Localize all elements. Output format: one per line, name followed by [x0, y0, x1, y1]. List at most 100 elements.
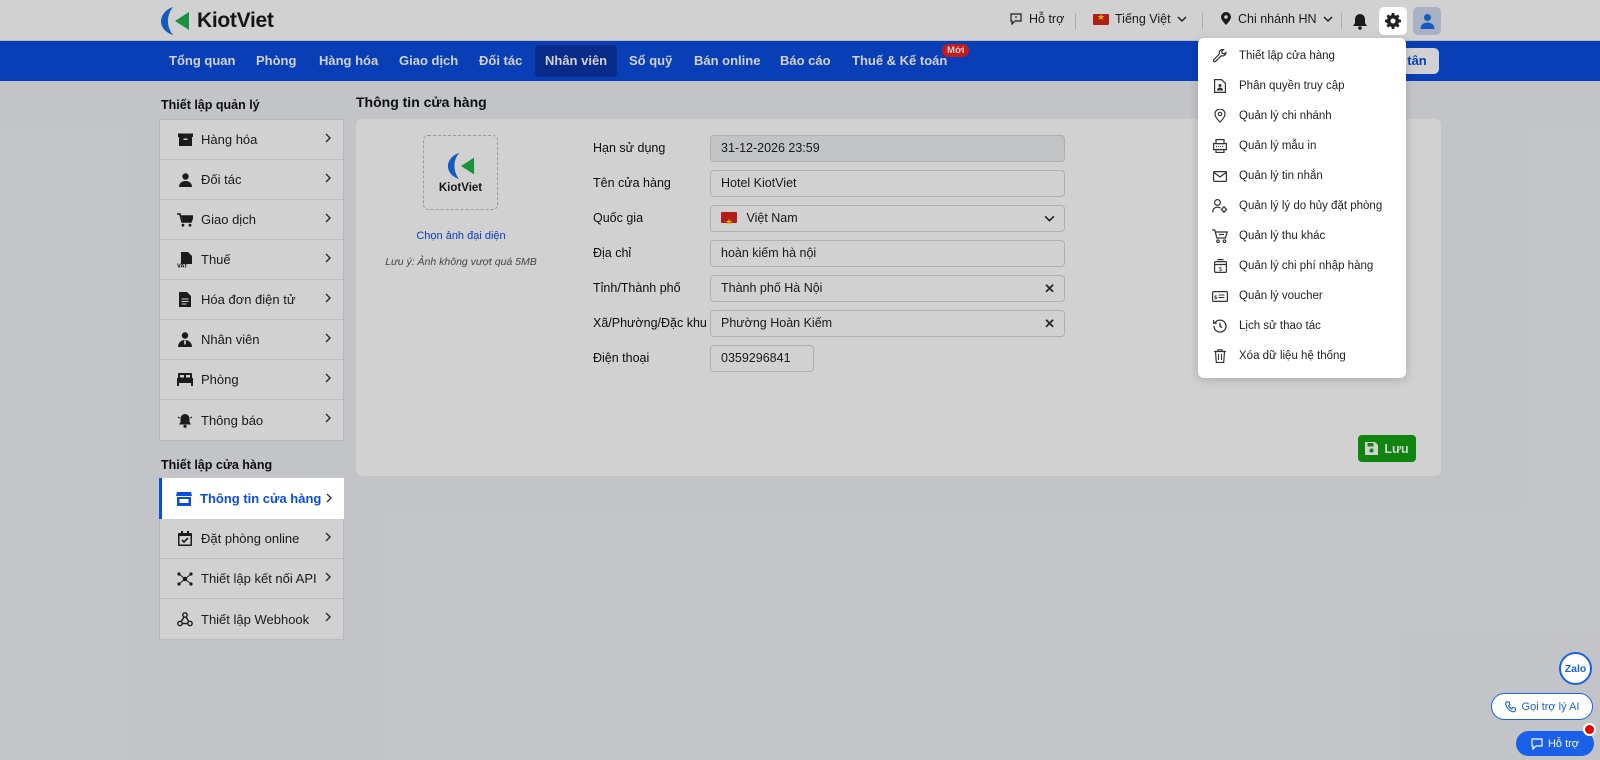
sidebar-item-products[interactable]: Hàng hóa: [160, 120, 343, 160]
save-button[interactable]: Lưu: [1358, 435, 1416, 462]
support-link[interactable]: Hỗ trợ: [1009, 12, 1064, 26]
city-select[interactable]: Thành phố Hà Nội ✕: [710, 275, 1065, 302]
chevron-right-icon: [325, 413, 331, 423]
menu-item-store-settings[interactable]: Thiết lập cửa hàng: [1198, 41, 1406, 71]
network-nodes-icon: [177, 571, 193, 587]
printer-icon: [1212, 138, 1228, 154]
zalo-chat-button[interactable]: Zalo: [1559, 652, 1592, 685]
nav-rooms[interactable]: Phòng: [246, 45, 306, 77]
nav-overview[interactable]: Tổng quan: [159, 45, 245, 77]
svg-text:$: $: [1214, 294, 1218, 300]
phone-call-icon: [1504, 700, 1516, 712]
city-value: Thành phố Hà Nội: [721, 281, 823, 295]
chevron-down-icon: [1177, 16, 1187, 22]
nav-transactions[interactable]: Giao dịch: [389, 45, 468, 77]
address-label: Địa chỉ: [593, 246, 632, 260]
menu-item-other-income[interactable]: Quản lý thu khác: [1198, 221, 1406, 251]
menu-item-vouchers[interactable]: $ Quản lý voucher: [1198, 281, 1406, 311]
menu-item-label: Quản lý chi phí nhập hàng: [1239, 260, 1374, 272]
menu-item-label: Quản lý mẫu in: [1239, 140, 1317, 152]
chevron-right-icon: [326, 493, 332, 503]
wrench-icon: [1212, 48, 1228, 64]
help-chat-button[interactable]: Hỗ trợ: [1516, 731, 1594, 756]
sidebar-item-e-invoice[interactable]: Hóa đơn điện tử: [160, 280, 343, 320]
vat-document-icon: VAT: [177, 251, 193, 268]
menu-item-label: Quản lý voucher: [1239, 290, 1323, 302]
menu-item-access-rights[interactable]: Phân quyền truy cập: [1198, 71, 1406, 101]
menu-item-cancel-reasons[interactable]: Quản lý lý do hủy đặt phòng: [1198, 191, 1406, 221]
kiotviet-logo[interactable]: KiotViet: [159, 6, 274, 36]
expiry-field: 31-12-2026 23:59: [710, 135, 1065, 162]
nav-partners[interactable]: Đối tác: [469, 45, 532, 77]
ai-assistant-button[interactable]: Gọi trợ lý AI: [1491, 693, 1593, 720]
gear-icon: [1385, 13, 1401, 29]
address-value: hoàn kiếm hà nội: [721, 246, 817, 260]
sidebar-item-transactions[interactable]: Giao dịch: [160, 200, 343, 240]
sidebar-item-label: Phòng: [201, 372, 239, 387]
settings-gear-button[interactable]: [1379, 7, 1407, 35]
cart-icon: [1212, 228, 1228, 244]
sidebar-item-rooms[interactable]: Phòng: [160, 360, 343, 400]
menu-item-label: Phân quyền truy cập: [1239, 80, 1345, 92]
clear-ward-icon[interactable]: ✕: [1044, 311, 1055, 336]
menu-item-print-templates[interactable]: Quản lý mẫu in: [1198, 131, 1406, 161]
menu-item-label: Thiết lập cửa hàng: [1239, 50, 1335, 62]
svg-text:$: $: [1218, 265, 1222, 273]
chevron-right-icon: [325, 213, 331, 223]
address-input[interactable]: hoàn kiếm hà nội: [710, 240, 1065, 267]
country-value: Việt Nam: [746, 211, 798, 225]
trash-icon: [1212, 348, 1228, 364]
menu-item-import-costs[interactable]: $ Quản lý chi phí nhập hàng: [1198, 251, 1406, 281]
brand-name: KiotViet: [197, 9, 274, 32]
nav-cashbook[interactable]: Sổ quỹ: [619, 45, 682, 77]
chevron-right-icon: [325, 373, 331, 383]
location-pin-icon: [1212, 108, 1228, 124]
sidebar-item-online-booking[interactable]: Đặt phòng online: [160, 519, 343, 559]
invoice-icon: [177, 292, 193, 308]
bell-icon: [1353, 13, 1367, 30]
menu-item-branch-management[interactable]: Quản lý chi nhánh: [1198, 101, 1406, 131]
package-dollar-icon: $: [1212, 258, 1228, 274]
nav-staff[interactable]: Nhân viên: [535, 45, 618, 77]
nav-tax-accounting-label: Thuế & Kế toán: [852, 53, 948, 68]
store-icon: [176, 491, 192, 506]
ward-select[interactable]: Phường Hoàn Kiếm ✕: [710, 310, 1065, 337]
nav-tax-accounting[interactable]: Thuế & Kế toán Mới: [842, 44, 970, 77]
store-name-label: Tên cửa hàng: [593, 176, 671, 190]
menu-item-messages[interactable]: Quản lý tin nhắn: [1198, 161, 1406, 191]
phone-value: 0359296841: [721, 351, 791, 365]
sidebar-item-partners[interactable]: Đối tác: [160, 160, 343, 200]
notification-button[interactable]: [1346, 7, 1374, 35]
nav-products[interactable]: Hàng hóa: [309, 45, 388, 77]
svg-text:VAT: VAT: [177, 263, 188, 268]
sidebar-item-staff[interactable]: Nhân viên: [160, 320, 343, 360]
language-selector[interactable]: Tiếng Việt: [1093, 12, 1187, 26]
chevron-down-icon: [1323, 16, 1333, 22]
sidebar-item-tax[interactable]: VAT Thuế: [160, 240, 343, 280]
choose-image-link[interactable]: Chọn ảnh đại diện: [356, 230, 566, 242]
nav-online-sales[interactable]: Bán online: [684, 45, 770, 77]
nav-reports[interactable]: Báo cáo: [770, 45, 841, 77]
divider: [1202, 13, 1203, 29]
voucher-icon: $: [1212, 288, 1228, 304]
store-logo-upload[interactable]: KiotViet: [423, 135, 498, 210]
expiry-label: Hạn sử dụng: [593, 141, 666, 155]
branch-selector[interactable]: Chi nhánh HN: [1220, 12, 1333, 26]
store-name-input[interactable]: Hotel KiotViet: [710, 170, 1065, 197]
store-logo-text: KiotViet: [438, 181, 483, 194]
sidebar-item-store-info-highlight[interactable]: Thông tin cửa hàng: [159, 478, 344, 519]
sidebar-item-notifications[interactable]: Thông báo: [160, 400, 343, 440]
bell-ring-icon: [177, 412, 193, 428]
history-icon: [1212, 318, 1228, 334]
sidebar-item-webhook[interactable]: Thiết lập Webhook: [160, 599, 343, 639]
user-icon: [1420, 14, 1434, 29]
webhook-icon: [177, 611, 193, 627]
sidebar-item-api-connection[interactable]: Thiết lập kết nối API: [160, 559, 343, 599]
clear-city-icon[interactable]: ✕: [1044, 276, 1055, 301]
sidebar-item-label: Đối tác: [201, 172, 242, 187]
menu-item-delete-system-data[interactable]: Xóa dữ liệu hệ thống: [1198, 341, 1406, 371]
country-select[interactable]: Việt Nam: [710, 205, 1065, 235]
phone-input[interactable]: 0359296841: [710, 345, 814, 372]
menu-item-activity-history[interactable]: Lịch sử thao tác: [1198, 311, 1406, 341]
user-avatar-button[interactable]: [1413, 7, 1441, 35]
